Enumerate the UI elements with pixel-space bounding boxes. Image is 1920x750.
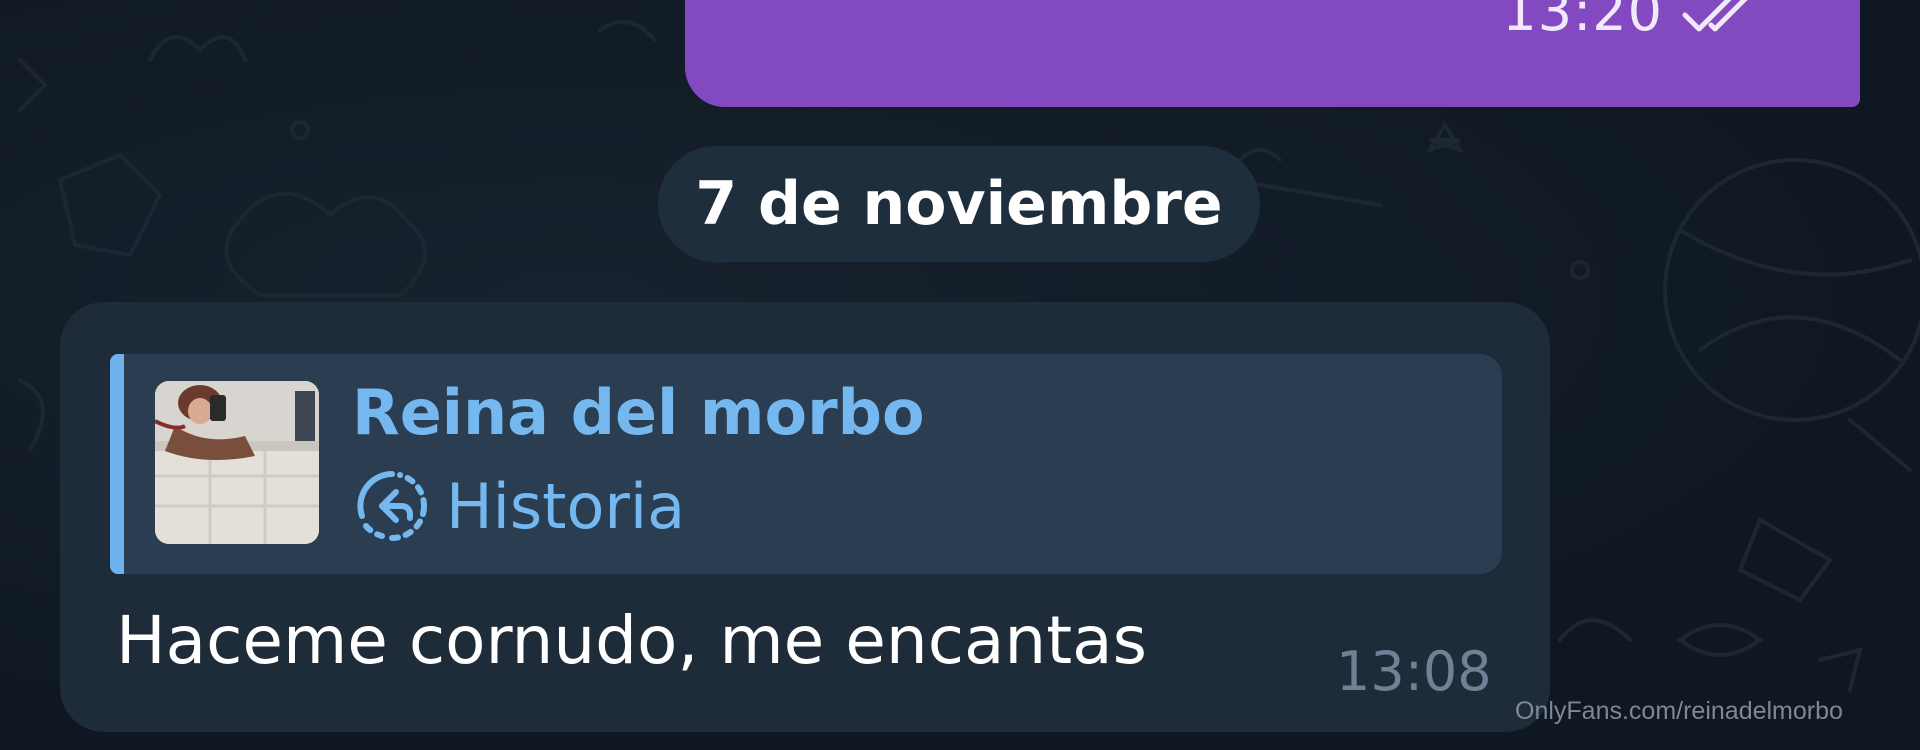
reply-sender-name: Reina del morbo <box>352 376 925 449</box>
reply-kind: Historia <box>352 466 685 546</box>
outgoing-message-time: 13:20 <box>1502 0 1663 43</box>
message-time: 13:08 <box>1336 640 1492 703</box>
story-reply-preview[interactable]: Reina del morbo Historia <box>110 354 1502 574</box>
incoming-message-bubble[interactable]: Reina del morbo Historia Haceme cornudo,… <box>60 302 1550 732</box>
double-check-icon <box>1682 0 1748 31</box>
story-reply-icon <box>357 471 427 541</box>
story-thumbnail <box>155 381 319 544</box>
date-separator-label: 7 de noviembre <box>695 169 1223 239</box>
message-text: Haceme cornudo, me encantas <box>116 602 1147 679</box>
outgoing-message-bubble[interactable]: 13:20 <box>685 0 1860 107</box>
watermark: OnlyFans.com/reinadelmorbo <box>1515 697 1843 725</box>
date-separator: 7 de noviembre <box>658 146 1260 262</box>
reply-kind-label: Historia <box>446 469 686 543</box>
outgoing-message-meta: 13:20 <box>1502 0 1765 43</box>
reply-accent-bar <box>110 354 124 574</box>
